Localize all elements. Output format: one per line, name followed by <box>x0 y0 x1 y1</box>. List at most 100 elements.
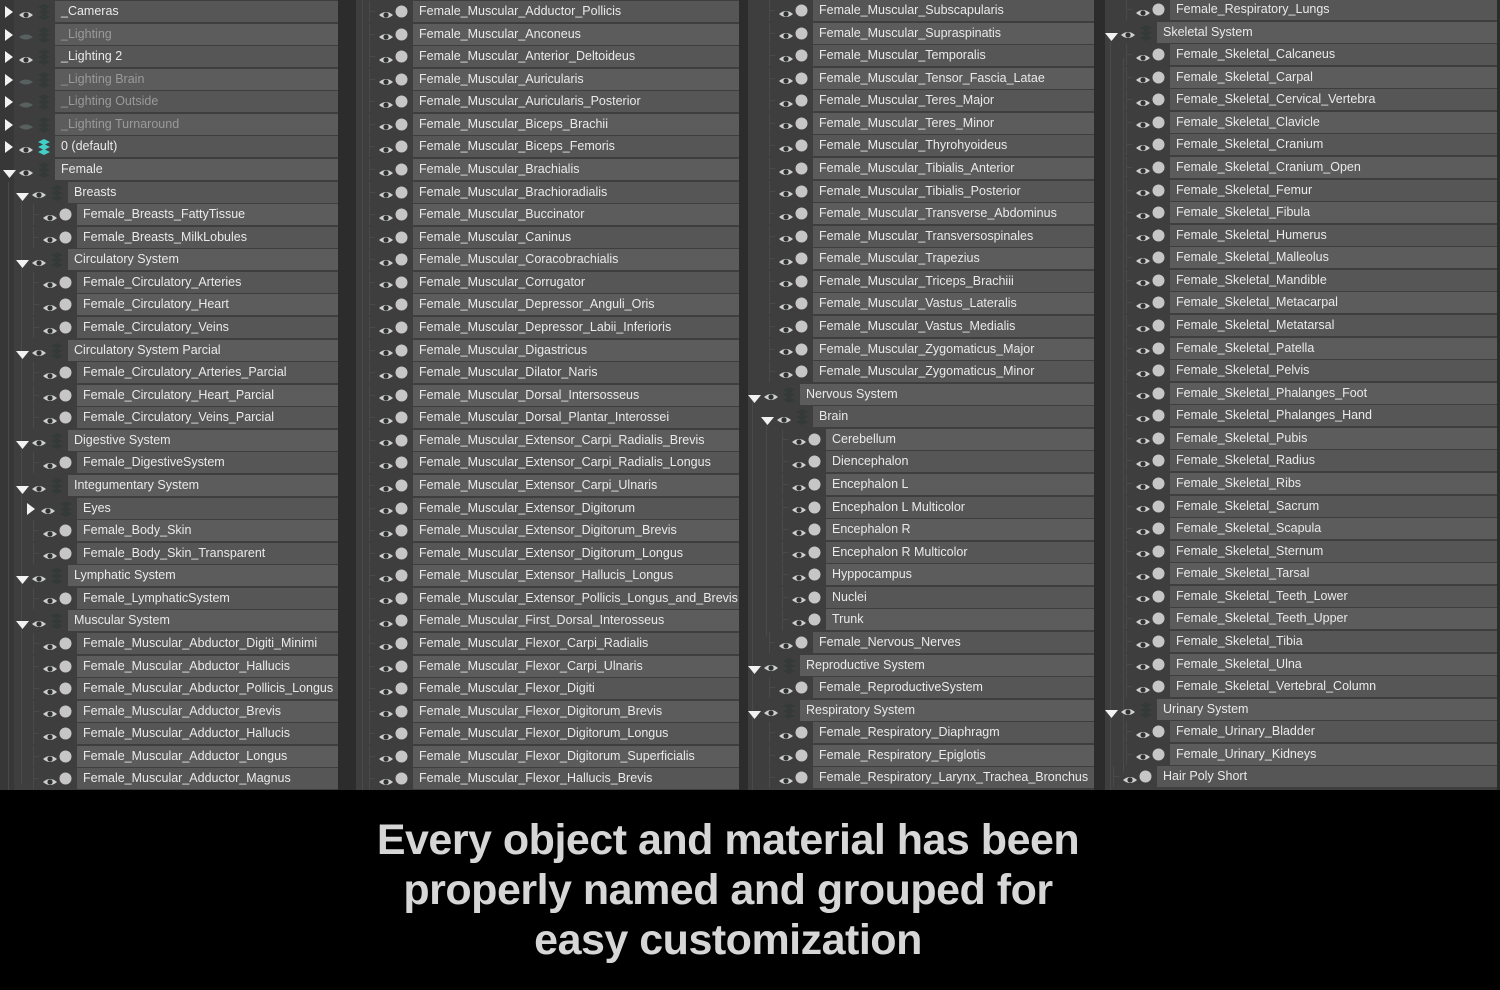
object-dot-icon[interactable] <box>395 750 408 768</box>
visibility-eye-icon[interactable] <box>378 187 394 205</box>
triangle-down-icon[interactable] <box>16 436 29 454</box>
object-row[interactable]: Female_Muscular_Auricularis_Posterior <box>356 91 739 113</box>
visibility-eye-icon[interactable] <box>1135 479 1151 497</box>
visibility-eye-icon[interactable] <box>42 639 58 657</box>
triangle-down-icon[interactable] <box>3 165 16 183</box>
object-dot-icon[interactable] <box>1152 590 1165 608</box>
object-row[interactable]: Female_Muscular_Adductor_Magnus <box>0 768 338 790</box>
object-row[interactable]: Female_Respiratory_Diaphragm <box>748 722 1094 744</box>
group-row[interactable]: _Lighting Outside <box>0 91 338 113</box>
object-row[interactable]: Hyppocampus <box>748 564 1094 586</box>
group-row[interactable]: Digestive System <box>0 429 338 454</box>
layer-stack-icon[interactable] <box>36 26 52 48</box>
object-dot-icon[interactable] <box>808 546 821 564</box>
visibility-eye-icon[interactable] <box>18 52 34 70</box>
group-row[interactable]: Nervous System <box>748 383 1094 405</box>
triangle-right-icon[interactable] <box>5 73 13 91</box>
visibility-eye-icon[interactable] <box>378 661 394 679</box>
object-dot-icon[interactable] <box>1152 296 1165 314</box>
object-dot-icon[interactable] <box>59 231 72 249</box>
object-row[interactable]: Female_Muscular_Thyrohyoideus <box>748 135 1094 157</box>
visibility-eye-icon[interactable] <box>42 751 58 769</box>
object-dot-icon[interactable] <box>59 547 72 565</box>
visibility-eye-icon[interactable] <box>31 571 47 589</box>
triangle-down-icon[interactable] <box>16 346 29 364</box>
visibility-eye-icon[interactable] <box>378 751 394 769</box>
layer-stack-icon[interactable] <box>781 702 797 724</box>
object-row[interactable]: Female_Breasts_FattyTissue <box>0 204 338 226</box>
object-row[interactable]: Female_Muscular_Vastus_Lateralis <box>748 293 1094 315</box>
object-dot-icon[interactable] <box>59 456 72 474</box>
visibility-eye-icon[interactable] <box>791 480 807 498</box>
visibility-eye-icon[interactable] <box>1135 433 1151 451</box>
object-row[interactable]: Female_Muscular_Zygomaticus_Minor <box>748 361 1094 385</box>
object-dot-icon[interactable] <box>1152 342 1165 360</box>
object-row[interactable]: Female_Muscular_Extensor_Hallucis_Longus <box>356 565 739 589</box>
visibility-eye-icon[interactable] <box>1135 366 1151 384</box>
object-row[interactable]: Female_Skeletal_Cranium_Open <box>1105 157 1497 178</box>
object-dot-icon[interactable] <box>1152 545 1165 563</box>
object-dot-icon[interactable] <box>1152 748 1165 766</box>
visibility-eye-icon[interactable] <box>378 593 394 611</box>
visibility-eye-icon[interactable] <box>18 165 34 183</box>
visibility-eye-icon[interactable] <box>1135 546 1151 564</box>
object-row[interactable]: Female_Skeletal_Scapula <box>1105 518 1497 540</box>
triangle-down-icon[interactable] <box>16 481 29 499</box>
object-dot-icon[interactable] <box>395 682 408 700</box>
visibility-eye-icon[interactable] <box>1135 411 1151 429</box>
visibility-eye-icon[interactable] <box>378 52 394 70</box>
object-dot-icon[interactable] <box>808 613 821 631</box>
object-row[interactable]: Female_Muscular_Flexor_Carpi_Ulnaris <box>356 655 739 679</box>
object-dot-icon[interactable] <box>59 705 72 723</box>
object-row[interactable]: Female_Circulatory_Veins_Parcial <box>0 407 338 429</box>
layer-stack-icon[interactable] <box>1138 701 1154 723</box>
object-dot-icon[interactable] <box>795 27 808 45</box>
object-row[interactable]: Female_Muscular_Flexor_Digiti <box>356 678 739 700</box>
visibility-eye-icon[interactable] <box>1135 253 1151 271</box>
object-dot-icon[interactable] <box>1152 48 1165 66</box>
object-dot-icon[interactable] <box>1139 770 1152 788</box>
object-row[interactable]: Female_Muscular_Extensor_Digitorum <box>356 497 739 519</box>
visibility-eye-icon[interactable] <box>763 660 779 678</box>
visibility-eye-icon[interactable] <box>1135 569 1151 587</box>
triangle-right-icon[interactable] <box>5 50 13 68</box>
object-row[interactable]: Female_Skeletal_Metatarsal <box>1105 315 1497 336</box>
object-row[interactable]: Female_Muscular_Brachioradialis <box>356 181 739 205</box>
visibility-eye-icon[interactable] <box>42 323 58 341</box>
triangle-right-icon[interactable] <box>27 502 35 520</box>
object-dot-icon[interactable] <box>1152 274 1165 292</box>
object-row[interactable]: Female_Nervous_Nerves <box>748 632 1094 653</box>
object-row[interactable]: Female_Muscular_Caninus <box>356 226 739 248</box>
object-dot-icon[interactable] <box>395 140 408 158</box>
object-dot-icon[interactable] <box>395 163 408 181</box>
visibility-eye-icon[interactable] <box>1135 659 1151 677</box>
object-dot-icon[interactable] <box>795 320 808 338</box>
layer-stack-icon[interactable] <box>49 478 65 499</box>
object-row[interactable]: Female_Muscular_Vastus_Medialis <box>748 316 1094 337</box>
visibility-eye-icon[interactable] <box>31 187 47 205</box>
object-dot-icon[interactable] <box>1152 251 1165 269</box>
visibility-eye-icon[interactable] <box>18 7 34 25</box>
object-row[interactable]: Hair Poly Short <box>1105 766 1497 788</box>
object-dot-icon[interactable] <box>1152 522 1165 540</box>
object-dot-icon[interactable] <box>395 5 408 23</box>
object-dot-icon[interactable] <box>59 750 72 768</box>
visibility-eye-icon[interactable] <box>378 323 394 341</box>
object-dot-icon[interactable] <box>395 186 408 204</box>
visibility-eye-icon[interactable] <box>378 458 394 476</box>
visibility-eye-icon[interactable] <box>1135 749 1151 767</box>
triangle-down-icon[interactable] <box>1105 28 1118 46</box>
visibility-eye-icon[interactable] <box>778 254 794 272</box>
triangle-right-icon[interactable] <box>5 118 13 136</box>
visibility-eye-icon[interactable] <box>778 276 794 294</box>
object-dot-icon[interactable] <box>795 230 808 248</box>
object-dot-icon[interactable] <box>808 433 821 451</box>
visibility-eye-icon[interactable] <box>42 729 58 747</box>
visibility-eye-icon[interactable] <box>378 571 394 589</box>
object-row[interactable]: Female_Urinary_Kidneys <box>1105 743 1497 767</box>
object-row[interactable]: Female_Muscular_Triceps_Brachiii <box>748 270 1094 294</box>
object-dot-icon[interactable] <box>1152 454 1165 472</box>
visibility-eye-icon[interactable] <box>778 367 794 385</box>
object-dot-icon[interactable] <box>59 321 72 339</box>
object-row[interactable]: Female_Muscular_Anconeus <box>356 23 739 45</box>
